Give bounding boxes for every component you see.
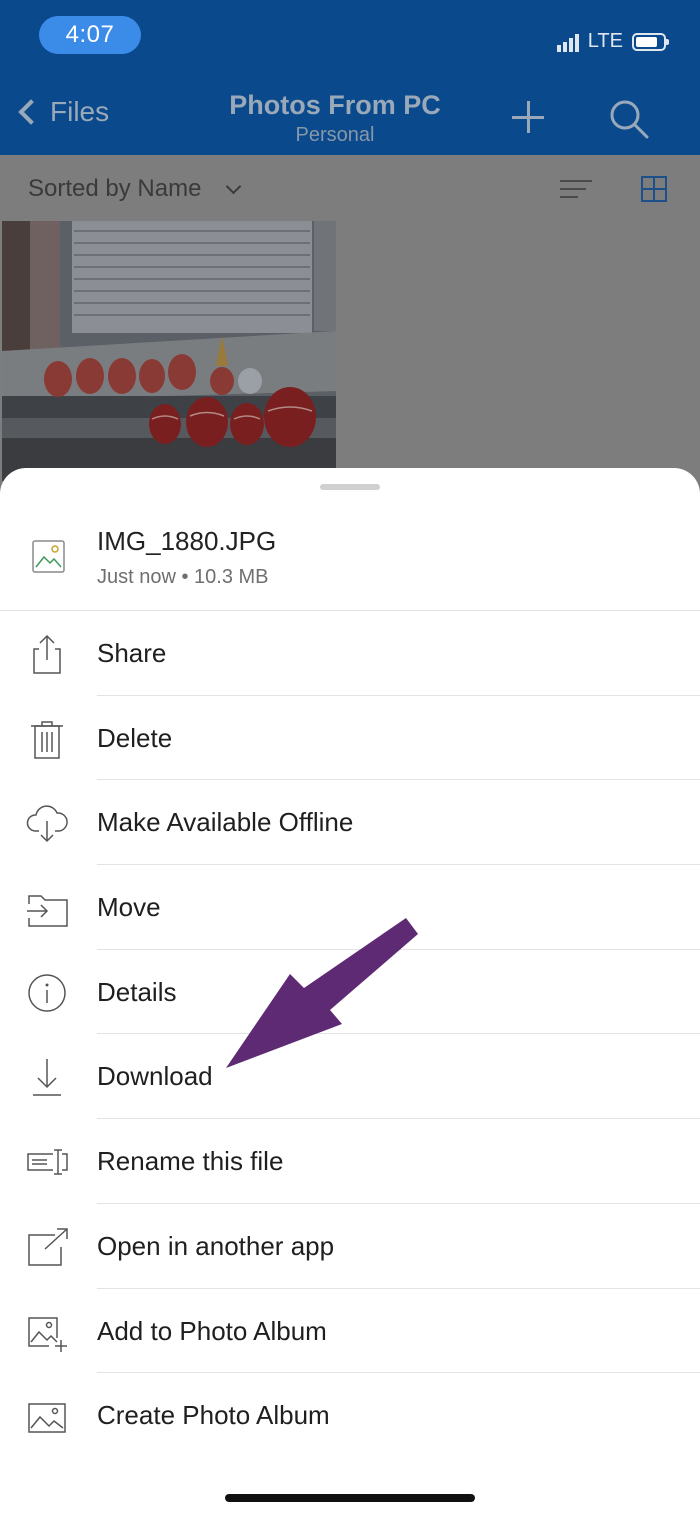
page-title: Photos From PC xyxy=(229,90,441,120)
photo-thumbnail[interactable] xyxy=(2,221,336,481)
menu-item-rename[interactable]: Rename this file xyxy=(0,1119,700,1204)
photo-album-icon xyxy=(25,1394,69,1438)
home-indicator[interactable] xyxy=(225,1494,475,1502)
move-folder-icon xyxy=(25,886,69,930)
menu-item-offline[interactable]: Make Available Offline xyxy=(0,780,700,866)
menu-item-label: Download xyxy=(97,1061,213,1092)
sheet-grabber[interactable] xyxy=(320,484,380,490)
menu-item-label: Create Photo Album xyxy=(97,1400,330,1431)
menu-item-label: Open in another app xyxy=(97,1230,335,1261)
share-icon xyxy=(25,632,69,676)
cloud-download-icon xyxy=(25,801,69,845)
menu-item-delete[interactable]: Delete xyxy=(0,696,700,781)
back-button[interactable]: Files xyxy=(18,96,110,128)
add-photo-icon xyxy=(25,1310,69,1354)
menu-item-share[interactable]: Share xyxy=(0,611,700,696)
sort-dropdown[interactable]: Sorted by Name xyxy=(28,175,201,203)
menu-item-label: Add to Photo Album xyxy=(97,1315,327,1346)
trash-icon xyxy=(25,717,69,761)
chevron-left-icon xyxy=(18,99,44,125)
status-indicators: LTE xyxy=(556,30,669,53)
open-external-icon xyxy=(25,1225,69,1269)
annotation-arrow xyxy=(226,918,418,1068)
menu-item-label: Share xyxy=(97,638,167,668)
page-subtitle: Personal xyxy=(295,124,375,146)
menu-item-add-to-album[interactable]: Add to Photo Album xyxy=(0,1289,700,1374)
file-header: IMG_1880.JPG Just now • 10.3 MB xyxy=(0,510,700,611)
download-icon xyxy=(25,1055,69,1099)
image-file-icon xyxy=(32,540,65,573)
info-icon xyxy=(25,971,69,1015)
status-time: 4:07 xyxy=(39,16,141,54)
search-icon[interactable] xyxy=(608,98,650,140)
rename-icon xyxy=(25,1140,69,1184)
menu-item-label: Rename this file xyxy=(97,1146,284,1177)
navigation-bar: 4:07 LTE Files Photos From PC Personal xyxy=(0,0,700,155)
file-meta: Just now • 10.3 MB xyxy=(97,566,269,588)
menu-item-label: Make Available Offline xyxy=(97,807,354,838)
menu-item-label: Delete xyxy=(97,722,173,753)
network-type: LTE xyxy=(587,30,623,52)
list-view-icon[interactable] xyxy=(560,180,592,198)
menu-item-open-in[interactable]: Open in another app xyxy=(0,1204,700,1289)
file-name: IMG_1880.JPG xyxy=(97,526,277,556)
menu-item-label: Details xyxy=(97,976,177,1007)
menu-item-create-album[interactable]: Create Photo Album xyxy=(0,1373,700,1458)
menu-item-label: Move xyxy=(97,892,161,923)
back-label: Files xyxy=(50,96,110,127)
battery-icon xyxy=(632,32,669,51)
signal-icon xyxy=(556,32,579,52)
grid-view-icon[interactable] xyxy=(641,176,667,202)
sort-bar: Sorted by Name xyxy=(0,155,700,221)
add-icon[interactable] xyxy=(512,101,544,133)
